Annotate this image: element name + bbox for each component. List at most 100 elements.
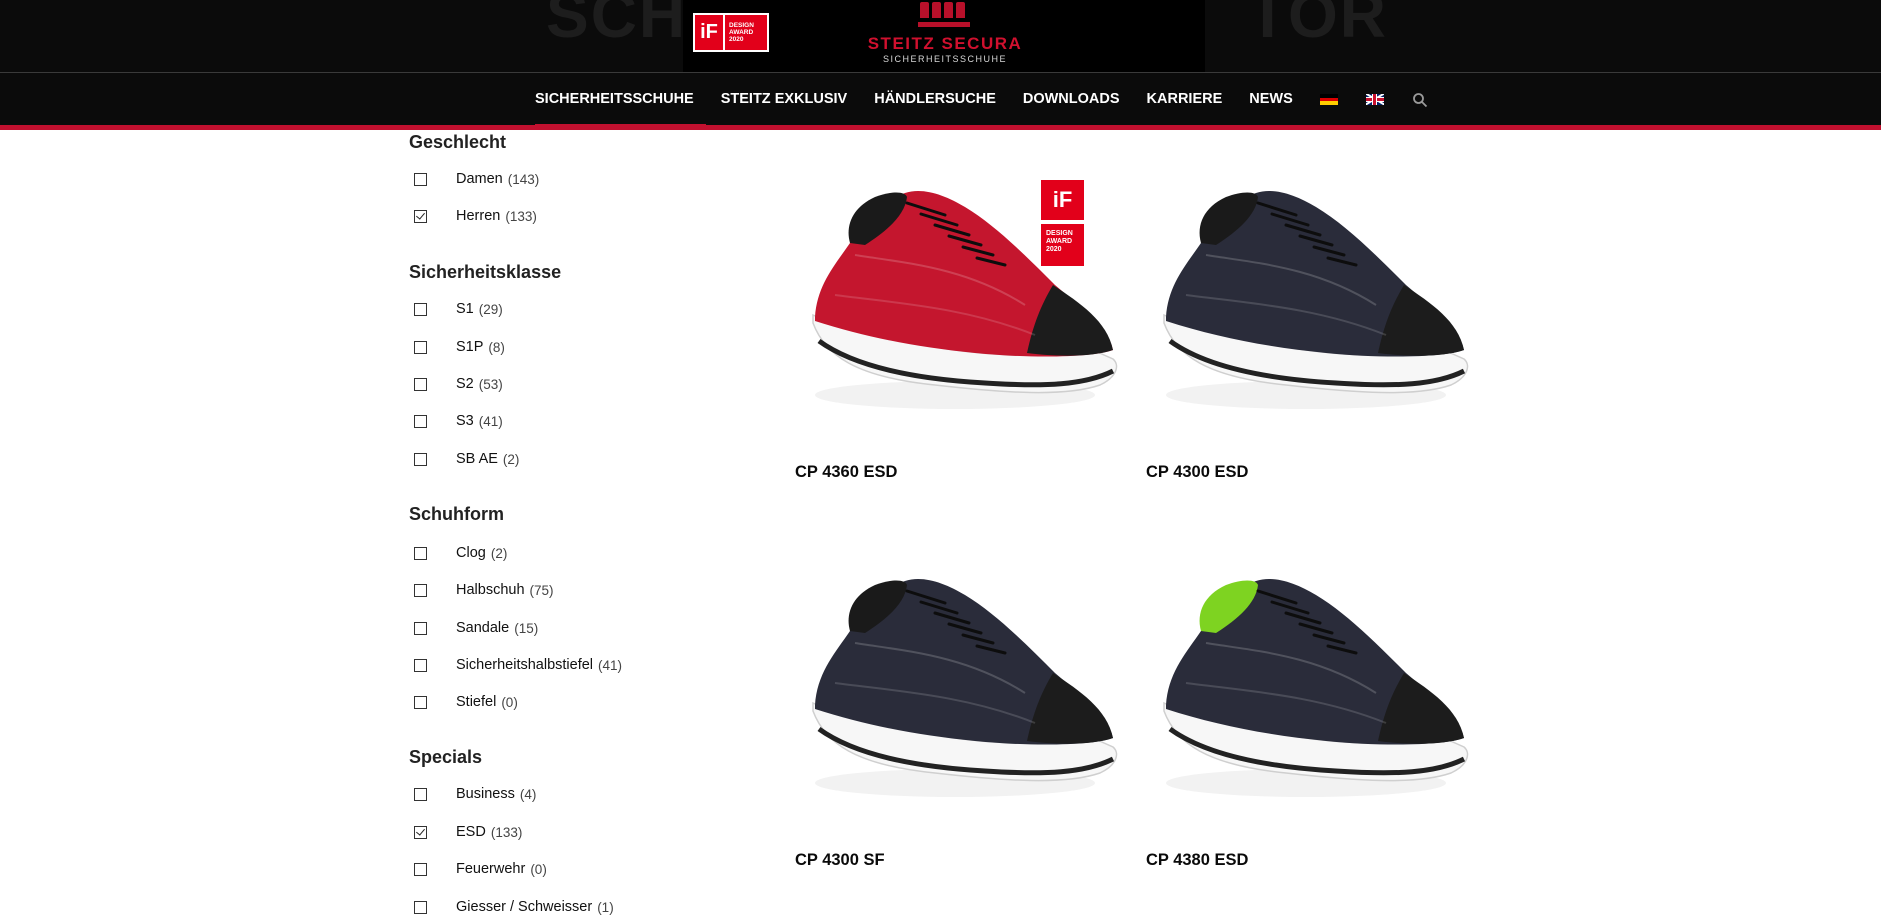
filter-group-specials: Specials Business (4) ESD (133) Feuerweh…	[409, 745, 709, 915]
nav-accent-line	[0, 125, 1881, 130]
filter-count: (0)	[501, 694, 518, 710]
checkbox[interactable]	[414, 658, 427, 672]
filter-count: (133)	[490, 824, 523, 840]
filter-option-sandale[interactable]: Sandale (15)	[409, 618, 538, 638]
filter-option-s3[interactable]: S3 (41)	[409, 411, 503, 431]
filter-count: (15)	[514, 620, 539, 636]
filter-count: (29)	[478, 301, 503, 317]
if-logo-mark: iF	[1041, 180, 1084, 220]
product-card[interactable]: CP 4300 ESD	[1146, 145, 1476, 485]
filter-label: S2	[456, 376, 474, 392]
filter-group-title: Schuhform	[409, 504, 505, 524]
filter-option-stiefel[interactable]: Stiefel (0)	[409, 692, 518, 712]
filter-option-herren[interactable]: Herren (133)	[409, 206, 537, 226]
hero-title-fragment: TOR	[1248, 0, 1388, 51]
filter-count: (8)	[488, 339, 505, 355]
checkbox[interactable]	[414, 414, 427, 428]
filter-group-title: Specials	[409, 747, 483, 767]
filter-option-s1p[interactable]: S1P (8)	[409, 337, 505, 357]
filter-count: (53)	[478, 376, 503, 392]
product-name[interactable]: CP 4380 ESD	[1146, 851, 1248, 870]
filter-group-schuhform: Schuhform Clog (2) Halbschuh (75) Sandal…	[409, 502, 709, 710]
filter-label: Sicherheitshalbstiefel	[456, 657, 594, 673]
shoe-image[interactable]	[1146, 145, 1476, 445]
filter-group-geschlecht: Geschlecht Damen (143) Herren (133)	[409, 130, 709, 224]
filter-option-giesser-schweisser[interactable]: Giesser / Schweisser (1)	[409, 897, 614, 915]
filter-option-clog[interactable]: Clog (2)	[409, 543, 507, 563]
filter-option-feuerwehr[interactable]: Feuerwehr (0)	[409, 859, 547, 879]
uk-flag-icon[interactable]	[1365, 94, 1384, 105]
filter-group-title: Sicherheitsklasse	[409, 262, 562, 282]
filter-count: (2)	[502, 451, 520, 467]
nav-item-haendlersuche[interactable]: HÄNDLERSUCHE	[874, 73, 996, 126]
if-badge-text: DESIGN AWARD 2020	[729, 22, 754, 43]
german-flag-icon[interactable]	[1319, 94, 1338, 106]
crown-icon	[916, 2, 972, 28]
checkbox[interactable]	[414, 340, 427, 354]
filter-group-title: Geschlecht	[409, 132, 507, 152]
filter-label: S3	[456, 413, 474, 429]
filter-count: (41)	[598, 657, 623, 673]
nav-item-steitz-exklusiv[interactable]: STEITZ EXKLUSIV	[721, 73, 848, 126]
checkbox[interactable]	[414, 862, 427, 876]
filter-label: Herren	[456, 208, 501, 224]
filter-label: S1	[456, 301, 474, 317]
filter-label: S1P	[456, 339, 484, 355]
filter-label: Halbschuh	[456, 582, 525, 598]
filter-label: Stiefel	[456, 694, 497, 710]
brand-subtitle: SICHERHEITSSCHUHE	[882, 54, 1007, 64]
search-icon[interactable]	[1412, 92, 1428, 108]
brand-logo[interactable]: STEITZ SECURA SICHERHEITSSCHUHE	[855, 0, 1035, 72]
product-card[interactable]: CP 4300 SF	[795, 533, 1125, 873]
checkbox[interactable]	[414, 377, 427, 391]
logo-panel: iF DESIGN AWARD 2020 STEITZ SECURA SICHE…	[683, 0, 1205, 72]
filter-option-s2[interactable]: S2 (53)	[409, 374, 503, 394]
filter-option-sb-ae[interactable]: SB AE (2)	[409, 449, 519, 469]
filter-count: (2)	[490, 545, 508, 561]
nav-items: SICHERHEITSSCHUHE STEITZ EXKLUSIV HÄNDLE…	[535, 73, 1428, 126]
checkbox[interactable]	[414, 546, 427, 560]
filter-option-esd[interactable]: ESD (133)	[409, 822, 522, 842]
filter-count: (75)	[529, 582, 554, 598]
filter-label: Business	[456, 786, 515, 802]
checkbox[interactable]	[414, 583, 427, 597]
checkbox[interactable]	[414, 172, 427, 186]
filter-option-sicherheitshalbstiefel[interactable]: Sicherheitshalbstiefel (41)	[409, 655, 622, 675]
filter-label: Sandale	[456, 620, 510, 636]
checkbox-checked[interactable]	[414, 825, 427, 839]
checkbox-checked[interactable]	[414, 209, 427, 223]
checkbox[interactable]	[414, 621, 427, 635]
filter-option-damen[interactable]: Damen (143)	[409, 169, 539, 189]
checkbox[interactable]	[414, 787, 427, 801]
shoe-image[interactable]	[795, 533, 1125, 833]
nav-item-sicherheitsschuhe[interactable]: SICHERHEITSSCHUHE	[535, 73, 706, 126]
filter-label: Clog	[456, 545, 486, 561]
nav-item-downloads[interactable]: DOWNLOADS	[1023, 73, 1120, 126]
checkbox[interactable]	[414, 302, 427, 316]
filter-option-halbschuh[interactable]: Halbschuh (75)	[409, 580, 554, 600]
filter-label: SB AE	[456, 451, 498, 467]
filter-count: (143)	[507, 171, 540, 187]
filter-option-s1[interactable]: S1 (29)	[409, 299, 503, 319]
checkbox[interactable]	[414, 900, 427, 914]
nav-item-news[interactable]: NEWS	[1249, 73, 1293, 126]
product-card[interactable]: CP 4380 ESD	[1146, 533, 1476, 873]
award-text: DESIGN AWARD 2020	[1041, 224, 1084, 266]
hero-title-fragment: SCH	[546, 0, 688, 51]
product-card[interactable]: iF DESIGN AWARD 2020 CP 4360 ESD	[795, 145, 1125, 485]
main-navigation: SICHERHEITSSCHUHE STEITZ EXKLUSIV HÄNDLE…	[0, 72, 1881, 126]
checkbox[interactable]	[414, 452, 427, 466]
filter-option-business[interactable]: Business (4)	[409, 784, 536, 804]
brand-name: STEITZ SECURA	[867, 34, 1023, 53]
shoe-image[interactable]	[1146, 533, 1476, 833]
product-name[interactable]: CP 4300 SF	[795, 851, 885, 870]
product-name[interactable]: CP 4300 ESD	[1146, 463, 1248, 482]
nav-item-karriere[interactable]: KARRIERE	[1147, 73, 1223, 126]
product-name[interactable]: CP 4360 ESD	[795, 463, 897, 482]
filter-count: (133)	[505, 208, 537, 224]
top-header: SCH TOR iF DESIGN AWARD 2020 STEITZ SECU…	[0, 0, 1881, 72]
filter-label: Damen	[456, 171, 503, 187]
if-logo-mark: iF	[695, 15, 725, 50]
if-design-award-badge: iF DESIGN AWARD 2020	[693, 13, 769, 52]
checkbox[interactable]	[414, 695, 427, 709]
